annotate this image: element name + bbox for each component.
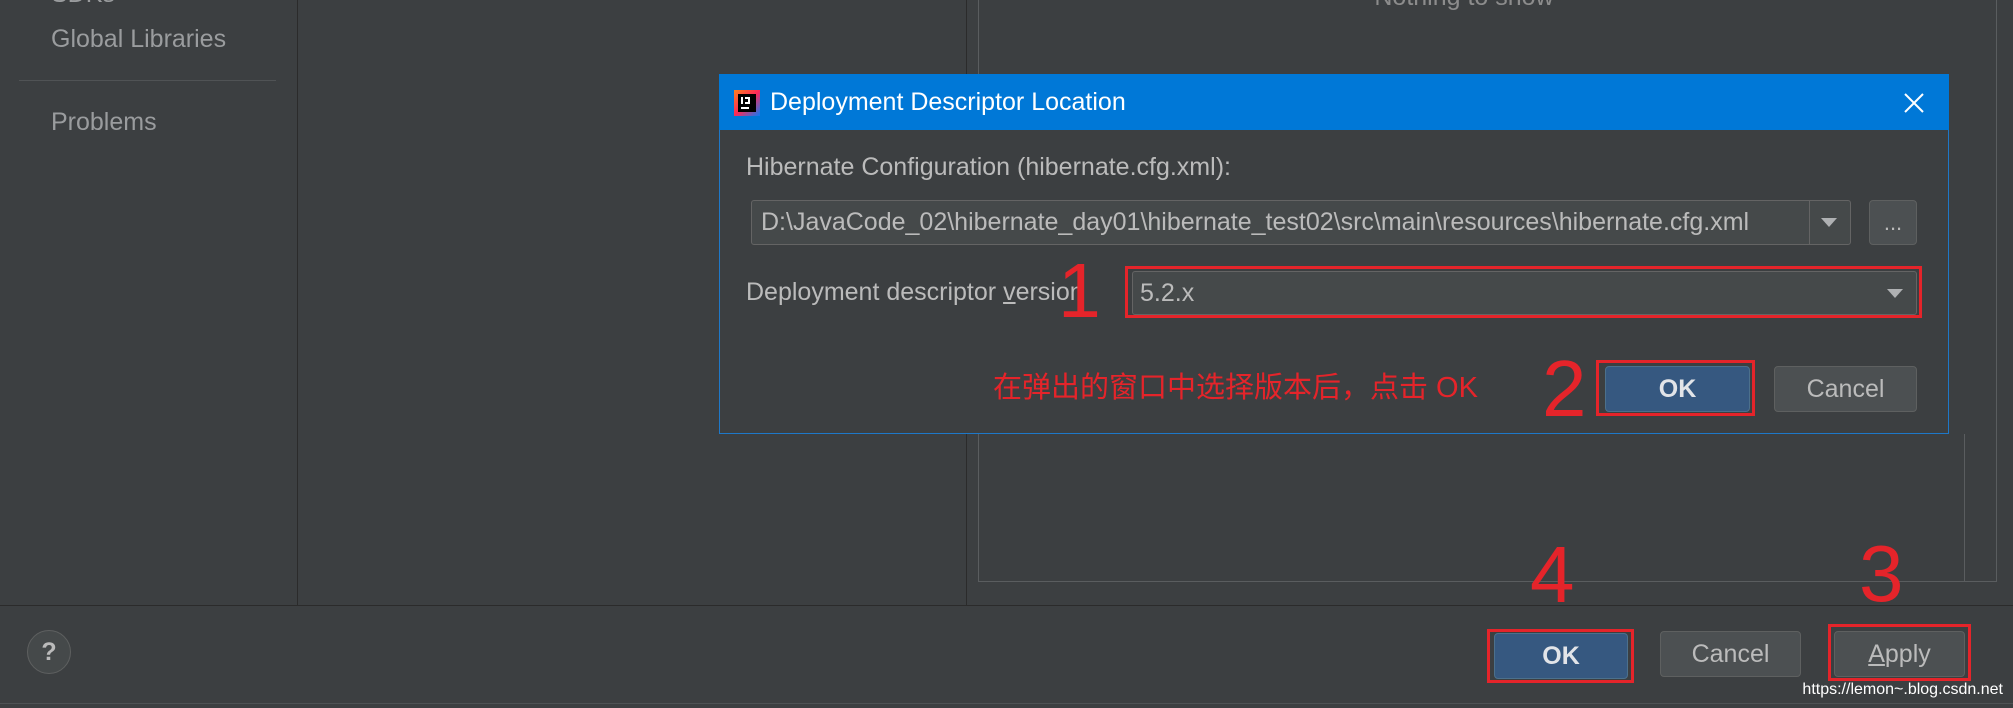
chevron-down-icon[interactable]	[1821, 218, 1837, 227]
sidebar: SDKs Global Libraries Problems	[0, 0, 298, 605]
annotation-step-1: 1	[1058, 248, 1101, 334]
watermark: https://lemon~.blog.csdn.net	[1802, 681, 2003, 698]
annotation-box-footer-ok	[1487, 629, 1634, 683]
descriptor-version-label: Deployment descriptor version	[746, 277, 1084, 307]
sidebar-separator	[19, 80, 276, 81]
annotation-instruction: 在弹出的窗口中选择版本后，点击 OK	[993, 372, 1478, 404]
details-panel-inner-border	[1964, 434, 1965, 582]
hibernate-config-path[interactable]: D:\JavaCode_02\hibernate_day01\hibernate…	[761, 201, 1801, 244]
annotation-step-3: 3	[1859, 529, 1904, 618]
hibernate-config-label: Hibernate Configuration (hibernate.cfg.x…	[746, 153, 1231, 181]
annotation-box-version-select	[1125, 266, 1922, 318]
dialog-title: Deployment Descriptor Location	[770, 88, 1126, 116]
sidebar-item-sdks[interactable]: SDKs	[51, 0, 115, 9]
footer-separator	[0, 605, 2013, 606]
annotation-box-footer-apply	[1828, 624, 1971, 681]
dialog-cancel-button[interactable]: Cancel	[1774, 366, 1917, 412]
details-empty-text: Nothing to show	[978, 0, 1950, 12]
combo-separator	[1809, 201, 1810, 244]
intellij-idea-icon	[734, 90, 760, 116]
dialog-title-bar[interactable]: Deployment Descriptor Location	[719, 74, 1949, 130]
annotation-step-2: 2	[1542, 344, 1587, 433]
close-icon[interactable]	[1903, 92, 1925, 114]
version-label-mnemonic: v	[1003, 278, 1016, 306]
footer-cancel-button[interactable]: Cancel	[1660, 631, 1801, 677]
sidebar-item-global-libraries[interactable]: Global Libraries	[51, 24, 226, 54]
help-icon[interactable]: ?	[27, 630, 71, 674]
browse-button[interactable]: ...	[1869, 200, 1917, 245]
annotation-box-dialog-ok	[1596, 360, 1755, 416]
hibernate-config-combo[interactable]: D:\JavaCode_02\hibernate_day01\hibernate…	[751, 200, 1851, 245]
window-bottom-edge	[0, 703, 2013, 704]
annotation-step-4: 4	[1530, 530, 1575, 619]
sidebar-item-problems[interactable]: Problems	[51, 107, 157, 137]
version-label-before: Deployment descriptor	[746, 278, 1004, 306]
